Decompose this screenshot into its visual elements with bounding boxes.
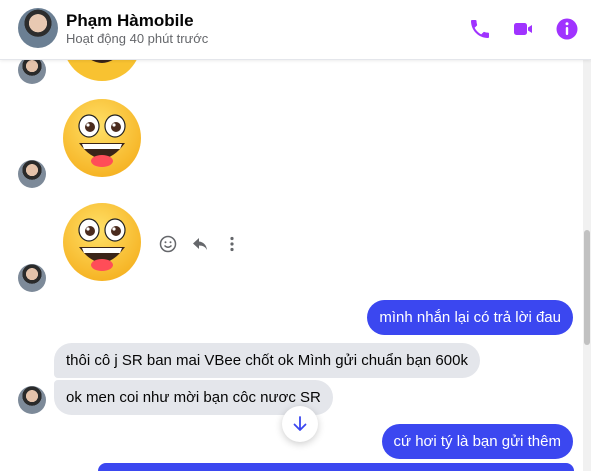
conversation-header: Phạm Hàmobile Hoạt động 40 phút trước	[0, 0, 591, 60]
emoji-message[interactable]	[62, 98, 142, 178]
phone-icon[interactable]	[468, 17, 492, 41]
info-icon[interactable]	[555, 17, 579, 41]
arrow-down-icon	[293, 416, 307, 431]
smile-icon[interactable]	[158, 234, 178, 254]
sender-avatar	[18, 264, 46, 292]
message-actions	[158, 234, 242, 254]
scroll-to-bottom-button[interactable]	[282, 406, 318, 442]
emoji-message[interactable]	[62, 202, 142, 282]
sender-avatar	[18, 56, 46, 84]
more-vertical-icon[interactable]	[222, 234, 242, 254]
avatar[interactable]	[18, 8, 58, 48]
scrollbar[interactable]	[583, 60, 591, 471]
contact-name[interactable]: Phạm Hàmobile	[66, 11, 194, 31]
scrollbar-thumb[interactable]	[584, 230, 590, 345]
outgoing-message[interactable]: cứ hơi tý là bạn gửi thêm	[381, 424, 573, 459]
active-status: Hoạt động 40 phút trước	[66, 31, 209, 46]
reply-icon[interactable]	[190, 234, 210, 254]
incoming-message[interactable]: thôi cô j SR ban mai VBee chốt ok Mình g…	[54, 343, 480, 378]
outgoing-message[interactable]: mình nhắn lại có trả lời đau	[367, 300, 573, 335]
video-camera-icon[interactable]	[511, 17, 535, 41]
outgoing-message-partial[interactable]	[98, 463, 574, 471]
sender-avatar	[18, 386, 46, 414]
sender-avatar	[18, 160, 46, 188]
